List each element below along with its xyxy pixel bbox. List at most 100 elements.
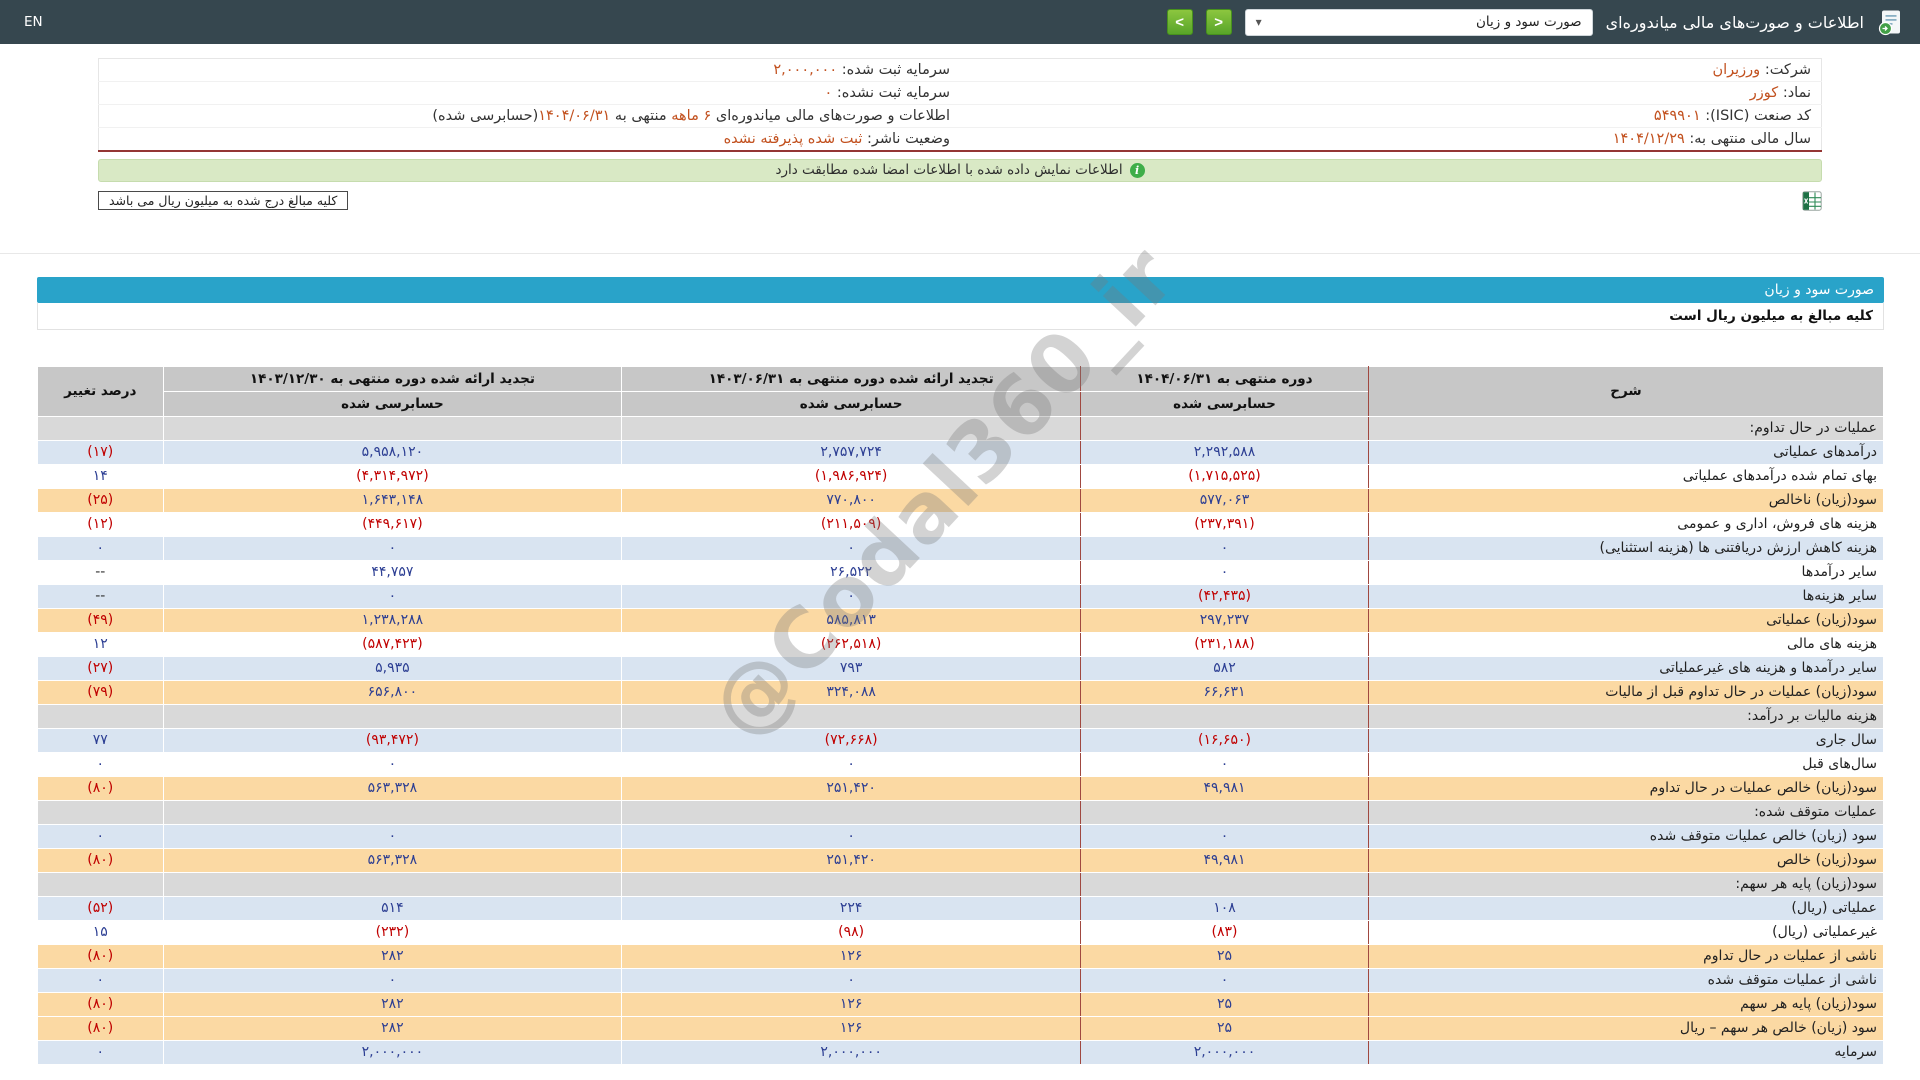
percent-change-cell: ۱۴ <box>37 463 164 489</box>
info-icon: i <box>1129 162 1145 178</box>
unregistered-capital-label: سرمایه ثبت نشده: <box>836 85 950 101</box>
percent-change-cell: (۴۹) <box>37 607 164 633</box>
table-row: غیرعملیاتی (ریال) (۸۳) (۹۸) (۲۳۲) ۱۵ <box>37 919 1885 945</box>
symbol-value: کوزر <box>1749 85 1779 101</box>
value-cell-restated-interim: ۲۵۱,۴۲۰ <box>621 775 1081 801</box>
table-row: سال جاری (۱۶,۶۵۰) (۷۲,۶۶۸) (۹۳,۴۷۲) ۷۷ <box>37 727 1885 753</box>
value-cell-current <box>1080 799 1369 825</box>
percent-change-cell: ۰ <box>37 1039 164 1065</box>
registered-capital-cell: سرمایه ثبت شده: ۲,۰۰۰,۰۰۰ <box>98 58 960 82</box>
value-cell-current: ۰ <box>1080 559 1369 585</box>
value-cell-current <box>1080 415 1369 441</box>
percent-change-cell: (۵۲) <box>37 895 164 921</box>
symbol-label: نماد: <box>1782 85 1811 101</box>
excel-export-button[interactable] <box>1802 190 1822 211</box>
value-cell-current: ۲,۰۰۰,۰۰۰ <box>1080 1039 1369 1065</box>
unregistered-capital-cell: سرمایه ثبت نشده: ۰ <box>98 81 960 105</box>
row-label-cell: سایر هزینه‌ها <box>1367 583 1885 609</box>
percent-change-cell: (۲۵) <box>37 487 164 513</box>
section-row: هزینه مالیات بر درآمد: <box>37 703 1885 729</box>
value-cell-restated-interim: ۱۲۶ <box>621 943 1081 969</box>
row-label-cell: سود(زیان) عملیاتی <box>1367 607 1885 633</box>
fiscal-year-cell: سال مالی منتهی به: ۱۴۰۴/۱۲/۲۹ <box>960 127 1822 151</box>
percent-change-cell: ۷۷ <box>37 727 164 753</box>
value-cell-restated-annual: (۴۴۹,۶۱۷) <box>162 511 623 537</box>
column-subheader-audited: حسابرسی شده <box>1080 390 1369 417</box>
value-cell-restated-interim: ۰ <box>621 751 1081 777</box>
value-cell-restated-annual: (۵۸۷,۴۲۳) <box>162 631 623 657</box>
value-cell-restated-annual: (۴,۳۱۴,۹۷۲) <box>162 463 623 489</box>
row-label-cell: سود(زیان) عملیات در حال تداوم قبل از مال… <box>1367 679 1885 705</box>
table-row: سود(زیان) خالص عملیات در حال تداوم ۴۹,۹۸۱… <box>37 775 1885 801</box>
company-name-cell: شرکت: ورزیران <box>960 58 1822 82</box>
value-cell-restated-annual: ۱,۲۳۸,۲۸۸ <box>162 607 623 633</box>
registered-capital-label: سرمایه ثبت شده: <box>841 62 950 78</box>
section-label-cell: سود(زیان) پایه هر سهم: <box>1367 871 1885 897</box>
unit-note-box: کلیه مبالغ درج شده به میلیون ریال می باش… <box>98 191 349 210</box>
value-cell-restated-annual: ۲۸۲ <box>162 943 623 969</box>
value-cell-restated-annual: ۰ <box>162 967 623 993</box>
percent-change-cell <box>37 871 164 897</box>
value-cell-restated-interim: ۰ <box>621 583 1081 609</box>
unregistered-capital-value: ۰ <box>824 85 833 101</box>
signed-info-notice-text: اطلاعات نمایش داده شده با اطلاعات امضا ش… <box>775 162 1123 178</box>
value-cell-current: ۱۰۸ <box>1080 895 1369 921</box>
statement-table-body: عملیات در حال تداوم: درآمدهای عملیاتی ۲,۲۹… <box>37 415 1885 1065</box>
row-label-cell: سود(زیان) پایه هر سهم <box>1367 991 1885 1017</box>
row-label-cell: سود (زیان) خالص هر سهم – ریال <box>1367 1015 1885 1041</box>
column-subheader-audited: حسابرسی شده <box>162 390 623 417</box>
company-info-row: کد صنعت (ISIC): ۵۴۹۹۰۱ اطلاعات و صورت‌ها… <box>98 104 1822 128</box>
value-cell-restated-annual: ۲۸۲ <box>162 1015 623 1041</box>
percent-change-cell: (۱۷) <box>37 439 164 465</box>
value-cell-restated-interim: (۲۶۲,۵۱۸) <box>621 631 1081 657</box>
value-cell-restated-interim: ۰ <box>621 535 1081 561</box>
signed-info-notice: i اطلاعات نمایش داده شده با اطلاعات امضا… <box>98 158 1822 182</box>
statement-type-select[interactable]: صورت سود و زیان ▾ <box>1244 8 1593 36</box>
table-row: سایر هزینه‌ها (۴۲,۴۳۵) ۰ ۰ -- <box>37 583 1885 609</box>
table-row: سود(زیان) خالص ۴۹,۹۸۱ ۲۵۱,۴۲۰ ۵۶۳,۳۲۸ (۸۰) <box>37 847 1885 873</box>
percent-change-cell <box>37 799 164 825</box>
company-info-panel: شرکت: ورزیران سرمایه ثبت شده: ۲,۰۰۰,۰۰۰ … <box>98 58 1822 152</box>
section-label-cell: عملیات متوقف شده: <box>1367 799 1885 825</box>
issuer-status-cell: وضعیت ناشر: ثبت شده پذیرفته نشده <box>98 127 960 151</box>
table-row: سود (زیان) خالص هر سهم – ریال ۲۵ ۱۲۶ ۲۸۲ (۸۰… <box>37 1015 1885 1041</box>
column-header-description: شرح <box>1367 365 1885 417</box>
value-cell-current <box>1080 703 1369 729</box>
next-statement-button[interactable]: > <box>1166 9 1193 35</box>
page: { "topbar": { "title": "اطلاعات و صورت‌ه… <box>0 0 1920 1080</box>
table-row: سایر درآمدها و هزینه های غیرعملیاتی ۵۸۲ ۷۹… <box>37 655 1885 681</box>
period-middle: منتهی به <box>614 108 667 124</box>
row-label-cell: بهای تمام شده درآمدهای عملیاتی <box>1367 463 1885 489</box>
table-row: هزینه های فروش، اداری و عمومی (۲۳۷,۳۹۱) (۲… <box>37 511 1885 537</box>
column-header-restated-interim: تجدید ارائه شده دوره منتهی به ۱۴۰۳/۰۶/۳۱ <box>621 365 1081 392</box>
period-info-cell: اطلاعات و صورت‌های مالی میاندوره‌ای ۶ ما… <box>98 104 960 128</box>
value-cell-restated-annual: (۹۳,۴۷۲) <box>162 727 623 753</box>
value-cell-restated-interim: ۲,۷۵۷,۷۲۴ <box>621 439 1081 465</box>
value-cell-restated-annual: ۰ <box>162 535 623 561</box>
value-cell-current: ۴۹,۹۸۱ <box>1080 775 1369 801</box>
isic-value: ۵۴۹۹۰۱ <box>1653 108 1701 124</box>
percent-change-cell: (۸۰) <box>37 847 164 873</box>
issuer-status-value: ثبت شده پذیرفته نشده <box>723 130 863 147</box>
section-row: عملیات متوقف شده: <box>37 799 1885 825</box>
value-cell-restated-interim: ۱۲۶ <box>621 1015 1081 1041</box>
value-cell-restated-annual: ۵۱۴ <box>162 895 623 921</box>
row-label-cell: سود(زیان) خالص <box>1367 847 1885 873</box>
language-toggle[interactable]: EN <box>24 14 43 30</box>
value-cell-current: (۴۲,۴۳۵) <box>1080 583 1369 609</box>
value-cell-restated-annual <box>162 703 623 729</box>
table-row: عملیاتی (ریال) ۱۰۸ ۲۲۴ ۵۱۴ (۵۲) <box>37 895 1885 921</box>
row-label-cell: هزینه های فروش، اداری و عمومی <box>1367 511 1885 537</box>
column-header-restated-annual: تجدید ارائه شده دوره منتهی به ۱۴۰۳/۱۲/۳۰ <box>162 365 623 392</box>
value-cell-restated-annual: ۰ <box>162 583 623 609</box>
value-cell-restated-annual <box>162 799 623 825</box>
value-cell-restated-interim: ۲۲۴ <box>621 895 1081 921</box>
value-cell-restated-annual <box>162 871 623 897</box>
period-prefix: اطلاعات و صورت‌های مالی میاندوره‌ای <box>715 108 950 124</box>
company-info-row: نماد: کوزر سرمایه ثبت نشده: ۰ <box>98 81 1822 105</box>
section-row: سود(زیان) پایه هر سهم: <box>37 871 1885 897</box>
value-cell-restated-interim: ۲۶,۵۲۲ <box>621 559 1081 585</box>
excel-icon <box>1802 190 1822 211</box>
prev-statement-button[interactable]: < <box>1205 9 1232 35</box>
row-label-cell: سود(زیان) ناخالص <box>1367 487 1885 513</box>
